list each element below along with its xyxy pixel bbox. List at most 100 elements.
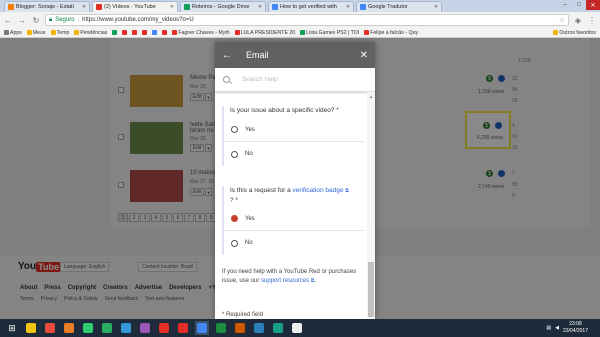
taskbar-app-icon[interactable] — [157, 321, 171, 335]
bookmark-icon — [234, 30, 240, 35]
tab-close-icon[interactable]: ✕ — [170, 4, 174, 10]
taskbar-app-icon[interactable] — [24, 321, 38, 335]
dialog-title: Email — [246, 50, 269, 60]
close-window-icon[interactable]: ✕ — [586, 0, 600, 10]
address-bar[interactable]: 🔒︎ Seguro | https://www.youtube.com/my_v… — [45, 14, 569, 26]
clock[interactable]: 23:08 23/04/2017 — [563, 321, 588, 335]
bookmark-icon — [364, 30, 370, 35]
bookmark-item[interactable]: LULA PRESIDENTE 20 — [234, 30, 295, 36]
taskbar-app-icon[interactable] — [271, 321, 285, 335]
tab-close-icon[interactable]: ✕ — [82, 4, 86, 10]
help-search — [215, 68, 375, 92]
menu-icon[interactable]: ⋮ — [587, 15, 597, 25]
bookmark-item[interactable]: Lista Games PS2 | TOI — [300, 30, 359, 36]
back-arrow-icon[interactable]: ← — [222, 50, 236, 61]
bookmark-item[interactable] — [152, 30, 158, 35]
windows-start-icon[interactable]: ⊞ — [5, 321, 19, 335]
radio-button[interactable] — [231, 126, 238, 133]
taskbar-app-icon[interactable] — [138, 321, 152, 335]
reload-icon[interactable]: ↻ — [31, 15, 41, 25]
radio-button[interactable] — [231, 239, 238, 247]
browser-tab[interactable]: (2) Vídeos - YouTube ✕ — [92, 1, 178, 12]
star-icon[interactable]: ☆ — [559, 16, 565, 24]
tab-favicon-icon — [272, 4, 278, 10]
external-link-icon: ⧉ — [345, 188, 349, 194]
q1-option-yes[interactable]: Yes — [224, 118, 364, 142]
taskbar-app-icon[interactable] — [233, 321, 247, 335]
tab-title: Blogger: Sonaje - Estatí — [16, 4, 75, 10]
verification-badge-link[interactable]: verification badge — [293, 187, 344, 194]
scrollbar-thumb[interactable] — [368, 262, 374, 317]
forward-icon[interactable]: → — [17, 15, 27, 25]
question-2-text: Is this a request for a verification bad… — [230, 187, 349, 204]
bookmark-item[interactable]: Fagner Chaves - Myth — [172, 30, 230, 36]
question-verification-badge: Is this a request for a verification bad… — [222, 186, 364, 255]
taskbar-app-icon[interactable] — [176, 321, 190, 335]
bookmark-item[interactable]: Meus — [26, 30, 46, 36]
radio-button[interactable] — [231, 150, 238, 158]
secure-label: Seguro — [55, 17, 75, 23]
dialog-scrollbar[interactable]: ▲ — [367, 92, 375, 319]
extension-icon[interactable]: ◈ — [573, 15, 583, 25]
bookmark-item[interactable] — [132, 30, 138, 35]
q1-option-no[interactable]: No — [224, 142, 364, 166]
taskbar-app-icon[interactable] — [62, 321, 76, 335]
scroll-up-icon[interactable]: ▲ — [367, 92, 375, 100]
bookmark-item[interactable] — [162, 30, 168, 35]
bookmark-icon — [172, 30, 178, 35]
radio-button-selected[interactable] — [231, 215, 238, 222]
taskbar-app-icon[interactable] — [290, 321, 304, 335]
tab-title: Google Tradutor — [368, 4, 408, 10]
bookmark-icon — [26, 30, 32, 35]
browser-tab[interactable]: Google Tradutor ✕ — [356, 1, 442, 12]
tab-close-icon[interactable]: ✕ — [434, 4, 438, 10]
folder-icon — [553, 30, 559, 35]
bookmark-icon — [300, 30, 306, 35]
taskbar-app-icon[interactable] — [119, 321, 133, 335]
support-resources-link[interactable]: support resources — [261, 278, 309, 284]
bookmark-item[interactable]: Temp — [50, 30, 69, 36]
bookmark-icon — [152, 30, 158, 35]
bookmark-item[interactable] — [142, 30, 148, 35]
bookmark-icon — [50, 30, 56, 35]
bookmark-icon — [122, 30, 128, 35]
bookmark-item[interactable] — [112, 30, 118, 35]
browser-tab[interactable]: Roteiros - Google Drive ✕ — [180, 1, 266, 12]
tab-close-icon[interactable]: ✕ — [258, 4, 262, 10]
other-bookmarks[interactable]: Outros favoritos — [553, 30, 596, 36]
bookmarks-bar: Apps Meus Temp Pendências Fagner Chaves - My… — [0, 28, 600, 38]
bookmark-item[interactable]: Apps — [4, 30, 22, 36]
bookmark-item[interactable]: Felipe a falcão - Quy — [364, 30, 418, 36]
bookmark-icon — [112, 30, 118, 35]
q2-option-yes[interactable]: Yes — [224, 207, 364, 231]
bookmark-item[interactable]: Pendências — [74, 30, 107, 36]
search-input[interactable] — [242, 76, 342, 83]
external-link-icon: ⧉ — [310, 278, 315, 284]
browser-tab[interactable]: How to get verified with ✕ — [268, 1, 354, 12]
taskbar-app-icon[interactable] — [214, 321, 228, 335]
tab-favicon-icon — [360, 4, 366, 10]
minimize-icon[interactable]: – — [558, 0, 572, 10]
tab-title: (2) Vídeos - YouTube — [104, 4, 156, 10]
url-text: https://www.youtube.com/my_videos?o=U — [82, 17, 194, 23]
email-help-dialog: ← Email ✕ Is your issue about a specific… — [215, 42, 375, 319]
tab-close-icon[interactable]: ✕ — [346, 4, 350, 10]
browser-tab[interactable]: Blogger: Sonaje - Estatí ✕ — [4, 1, 90, 12]
taskbar-app-icon[interactable] — [195, 321, 209, 335]
bookmark-icon — [132, 30, 138, 35]
question-1-text: Is your issue about a specific video? * — [230, 107, 339, 114]
bookmark-icon — [74, 30, 80, 35]
close-icon[interactable]: ✕ — [360, 50, 368, 61]
q2-option-no[interactable]: No — [224, 231, 364, 255]
tab-favicon-icon — [96, 4, 102, 10]
taskbar-app-icon[interactable] — [100, 321, 114, 335]
back-icon[interactable]: ← — [3, 15, 13, 25]
maximize-icon[interactable]: □ — [572, 0, 586, 10]
network-icon[interactable]: ▤ — [546, 325, 551, 331]
taskbar-app-icon[interactable] — [43, 321, 57, 335]
bookmark-item[interactable] — [122, 30, 128, 35]
taskbar-app-icon[interactable] — [252, 321, 266, 335]
taskbar-app-icon[interactable] — [81, 321, 95, 335]
volume-icon[interactable]: ◀ — [555, 325, 559, 331]
help-note: If you need help with a YouTube Red or p… — [222, 269, 357, 284]
